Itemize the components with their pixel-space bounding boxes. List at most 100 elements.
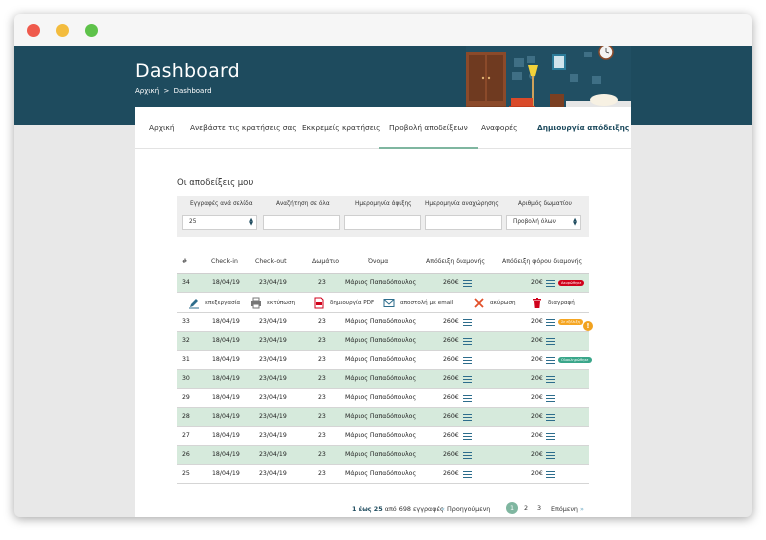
tab-view-receipts[interactable]: Προβολή αποδείξεων (379, 107, 478, 149)
menu-icon[interactable] (463, 433, 472, 440)
cell-checkin: 18/04/19 (212, 413, 240, 420)
per-page-label: Εγγραφές ανά σελίδα (190, 201, 253, 207)
trash-icon (533, 298, 541, 308)
edit-label: επεξεργασία (205, 300, 241, 306)
table-row[interactable]: 26 18/04/19 23/04/19 23 Μάριος Παπαδόπου… (177, 446, 589, 465)
tab-home[interactable]: Αρχική (149, 107, 175, 149)
breadcrumb-home[interactable]: Αρχική (135, 87, 159, 95)
room-number-value: Προβολή όλων (513, 219, 556, 225)
menu-icon[interactable] (546, 280, 555, 287)
menu-icon[interactable] (546, 471, 555, 478)
tab-reports[interactable]: Αναφορές (481, 107, 517, 149)
table-row[interactable]: 33 18/04/19 23/04/19 23 Μάριος Παπαδόπου… (177, 313, 589, 332)
departure-date-input[interactable] (425, 215, 502, 230)
table-row[interactable]: 30 18/04/19 23/04/19 23 Μάριος Παπαδόπου… (177, 370, 589, 389)
tab-pending-bookings[interactable]: Εκκρεμείς κρατήσεις (302, 107, 381, 149)
cell-tax-amount: 20€ (531, 279, 543, 286)
column-header-checkout[interactable]: Check-out (255, 258, 287, 265)
column-header-name[interactable]: Όνομα (368, 258, 388, 265)
next-page-button[interactable]: Επόμενη » (551, 505, 584, 513)
column-header-tax-receipt[interactable]: Απόδειξη φόρου διαμονής (502, 258, 582, 265)
previous-page-button[interactable]: « Προηγούμενη (441, 505, 490, 513)
cell-checkin: 18/04/19 (212, 394, 240, 401)
cell-room: 23 (318, 432, 326, 439)
column-header-stay-receipt[interactable]: Απόδειξη διαμονής (426, 258, 485, 265)
cell-stay-amount: 260€ (443, 337, 459, 344)
per-page-select[interactable]: 25 ▲ ▼ (182, 215, 257, 230)
column-header-room[interactable]: Δωμάτιο (312, 258, 339, 265)
page-3-button[interactable]: 3 (533, 502, 545, 514)
menu-icon[interactable] (546, 395, 555, 402)
cell-checkout: 23/04/19 (259, 451, 287, 458)
table-row[interactable]: 29 18/04/19 23/04/19 23 Μάριος Παπαδόπου… (177, 389, 589, 408)
cell-stay-amount: 260€ (443, 356, 459, 363)
menu-icon[interactable] (463, 395, 472, 402)
menu-icon[interactable] (546, 338, 555, 345)
cell-room: 23 (318, 413, 326, 420)
menu-icon[interactable] (463, 414, 472, 421)
cell-tax-amount: 20€ (531, 356, 543, 363)
menu-icon[interactable] (546, 319, 555, 326)
cell-name: Μάριος Παπαδόπουλος (345, 318, 417, 325)
tab-upload-bookings[interactable]: Ανεβάστε τις κρατήσεις σας (190, 107, 297, 149)
pagination-range: 1 έως 25 (352, 505, 383, 513)
close-window-button[interactable] (27, 24, 40, 37)
cell-checkin: 18/04/19 (212, 279, 240, 286)
room-number-select[interactable]: Προβολή όλων ▲ ▼ (506, 215, 581, 230)
table-row[interactable]: 32 18/04/19 23/04/19 23 Μάριος Παπαδόπου… (177, 332, 589, 351)
minimize-window-button[interactable] (56, 24, 69, 37)
menu-icon[interactable] (463, 471, 472, 478)
menu-icon[interactable] (546, 433, 555, 440)
cell-name: Μάριος Παπαδόπουλος (345, 394, 417, 401)
page-1-button[interactable]: 1 (506, 502, 518, 514)
search-input[interactable] (263, 215, 340, 230)
menu-icon[interactable] (463, 280, 472, 287)
cell-room: 23 (318, 279, 326, 286)
departure-date-label: Ημερομηνία αναχώρησης (425, 201, 499, 207)
menu-icon[interactable] (463, 319, 472, 326)
previous-label: Προηγούμενη (446, 505, 491, 513)
menu-icon[interactable] (546, 452, 555, 459)
section-title: Οι αποδείξεις μου (177, 178, 254, 188)
page-title: Dashboard (135, 60, 240, 82)
pdf-label: δημιουργία PDF (330, 300, 375, 306)
maximize-window-button[interactable] (85, 24, 98, 37)
cell-tax-amount: 20€ (531, 394, 543, 401)
table-row[interactable]: 27 18/04/19 23/04/19 23 Μάριος Παπαδόπου… (177, 427, 589, 446)
cell-checkin: 18/04/19 (212, 470, 240, 477)
cell-id: 28 (182, 413, 190, 420)
menu-icon[interactable] (546, 414, 555, 421)
cell-name: Μάριος Παπαδόπουλος (345, 413, 417, 420)
column-header-checkin[interactable]: Check-in (211, 258, 238, 265)
cell-checkout: 23/04/19 (259, 279, 287, 286)
column-header-id[interactable]: # (182, 258, 187, 265)
cell-stay-amount: 260€ (443, 279, 459, 286)
pagination-info: 1 έως 25 από 698 εγγραφές (352, 505, 444, 513)
table-row[interactable]: 28 18/04/19 23/04/19 23 Μάριος Παπαδόπου… (177, 408, 589, 427)
table-row[interactable]: 34 18/04/19 23/04/19 23 Μάριος Παπαδόπου… (177, 274, 589, 293)
x-icon (474, 298, 484, 308)
page-2-button[interactable]: 2 (520, 502, 532, 514)
receipts-table: # Check-in Check-out Δωμάτιο Όνομα Απόδε… (177, 255, 592, 484)
menu-icon[interactable] (546, 357, 555, 364)
table-row[interactable]: 31 18/04/19 23/04/19 23 Μάριος Παπαδόπου… (177, 351, 592, 370)
menu-icon[interactable] (463, 452, 472, 459)
menu-icon[interactable] (546, 376, 555, 383)
tab-create-receipt[interactable]: Δημιουργία απόδειξης (537, 107, 629, 149)
warning-icon[interactable]: ! (583, 321, 593, 331)
cell-id: 25 (182, 470, 190, 477)
menu-icon[interactable] (463, 357, 472, 364)
table-row[interactable]: 25 18/04/19 23/04/19 23 Μάριος Παπαδόπου… (177, 465, 589, 484)
window-titlebar (14, 14, 752, 46)
per-page-value: 25 (189, 219, 197, 225)
tab-bar: Αρχική Ανεβάστε τις κρατήσεις σας Εκκρεμ… (135, 107, 631, 149)
cell-id: 27 (182, 432, 190, 439)
menu-icon[interactable] (463, 376, 472, 383)
menu-icon[interactable] (463, 338, 472, 345)
cell-tax-amount: 20€ (531, 413, 543, 420)
arrival-date-input[interactable] (344, 215, 421, 230)
breadcrumb: Αρχική > Dashboard (135, 87, 214, 95)
pagination: 1 έως 25 από 698 εγγραφές « Προηγούμενη … (135, 502, 631, 517)
search-label: Αναζήτηση σε όλα (276, 201, 330, 207)
cell-tax-amount: 20€ (531, 432, 543, 439)
